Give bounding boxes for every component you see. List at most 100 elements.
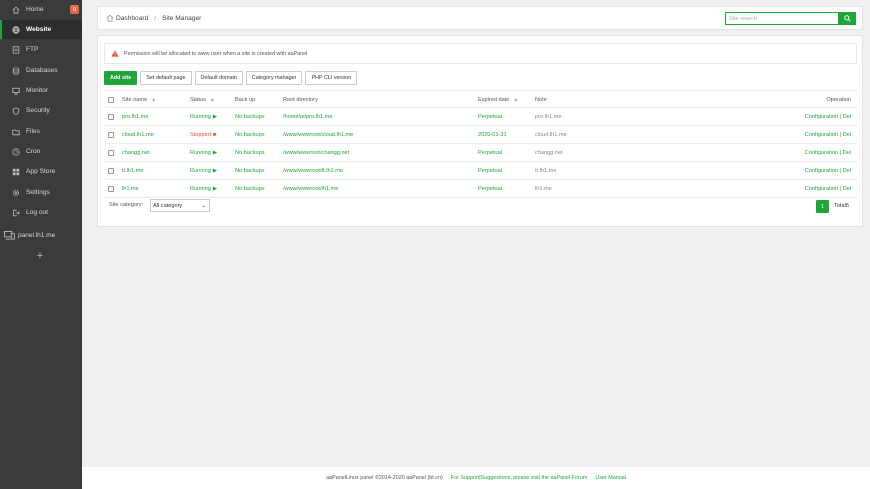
expired-date-link[interactable]: Perpetual: [478, 144, 534, 161]
sidebar-item-label: Home: [26, 6, 44, 13]
sidebar-item-logout[interactable]: Log out: [0, 203, 82, 222]
sidebar-item-label: Log out: [26, 209, 48, 216]
php-cli-version-button[interactable]: PHP CLI version: [305, 71, 358, 85]
sidebar-item-databases[interactable]: Databases: [0, 61, 82, 80]
sidebar-item-settings[interactable]: Settings: [0, 183, 82, 202]
row-checkbox[interactable]: [108, 149, 114, 156]
row-checkbox[interactable]: [108, 113, 114, 120]
sort-icon: ▲: [209, 96, 215, 103]
chevron-down-icon: ⌄: [201, 202, 206, 209]
table-footer: Site category: All category ⌄ 1 Total5: [105, 199, 857, 215]
sidebar-item-files[interactable]: Files: [0, 122, 82, 141]
site-name-link[interactable]: cloud.lh1.me: [122, 126, 188, 143]
status-toggle[interactable]: Running ▶: [190, 180, 234, 197]
select-all-checkbox[interactable]: [108, 96, 114, 103]
header-status[interactable]: Status ▲: [190, 91, 234, 108]
computer-icon: [4, 230, 15, 240]
note-text[interactable]: pro.lh1.me: [535, 108, 635, 125]
search-button[interactable]: [839, 12, 856, 25]
site-category-select[interactable]: All category ⌄: [150, 199, 210, 212]
sidebar-item-label: Databases: [26, 67, 58, 74]
site-name-link[interactable]: tt.lh1.me: [122, 162, 188, 179]
copyright-text: aaPanelLinux panel ©2014-2020 aaPanel (b…: [326, 475, 443, 481]
sidebar-item-home[interactable]: Home 0: [0, 0, 82, 19]
search-icon: [844, 15, 851, 22]
row-checkbox[interactable]: [108, 131, 114, 138]
root-directory-link[interactable]: /www/wwwroot/tt.lh1.me: [283, 162, 478, 179]
row-checkbox[interactable]: [108, 185, 114, 192]
set-default-page-button[interactable]: Set default page: [140, 71, 192, 85]
forum-link[interactable]: For Support|Suggestions, please visit th…: [451, 475, 588, 481]
expired-date-link[interactable]: Perpetual: [478, 180, 534, 197]
add-site-button[interactable]: Add site: [104, 71, 138, 85]
top-bar: Dashboard / Site Manager: [97, 6, 863, 30]
warning-text: Permission will be allocated to www user…: [124, 50, 308, 57]
add-panel-button[interactable]: +: [34, 250, 46, 262]
play-icon: ▶: [212, 167, 218, 174]
root-directory-link[interactable]: /www/wwwroot/lh1.me: [283, 180, 478, 197]
backup-link[interactable]: No backups: [235, 108, 283, 125]
table-header: Site name ▲ Status ▲ Back up Root director…: [105, 90, 857, 108]
backup-link[interactable]: No backups: [235, 162, 283, 179]
status-toggle[interactable]: Stopped ■: [190, 126, 234, 143]
note-text[interactable]: changg.net: [535, 144, 635, 161]
site-search-input[interactable]: [725, 12, 839, 25]
header-expired-date[interactable]: Expired date ▲: [478, 91, 534, 108]
permission-warning: Permission will be allocated to www user…: [104, 43, 857, 64]
backup-link[interactable]: No backups: [235, 126, 283, 143]
expired-date-link[interactable]: Perpetual: [478, 162, 534, 179]
sidebar-item-ftp[interactable]: FTP: [0, 40, 82, 59]
table-row: pro.lh1.me Running ▶ No backups /home/pi/…: [105, 108, 857, 126]
note-text[interactable]: cloud.lh1.me: [535, 126, 635, 143]
root-directory-link[interactable]: /home/pi/pro.lh1.me: [283, 108, 478, 125]
root-directory-link[interactable]: /www/wwwroot/cloud.lh1.me: [283, 126, 478, 143]
shield-icon: [12, 106, 20, 115]
sidebar-item-monitor[interactable]: Monitor: [0, 81, 82, 100]
logout-icon: [12, 209, 20, 217]
sidebar-item-website[interactable]: Website: [0, 20, 82, 39]
panel-host[interactable]: panel.lh1.me: [4, 229, 55, 241]
note-text[interactable]: tt.lh1.me: [535, 162, 635, 179]
user-manual-link[interactable]: User Manual: [595, 475, 626, 481]
default-domain-button[interactable]: Default domain: [194, 71, 243, 85]
expired-date-link[interactable]: Perpetual: [478, 108, 534, 125]
operation-links[interactable]: Configuration | Del: [805, 162, 851, 179]
table-row: cloud.lh1.me Stopped ■ No backups /www/ww…: [105, 126, 857, 144]
status-toggle[interactable]: Running ▶: [190, 144, 234, 161]
monitor-icon: [12, 87, 20, 95]
category-manager-button[interactable]: Category manager: [245, 71, 303, 85]
notification-badge: 0: [70, 5, 79, 14]
site-name-link[interactable]: pro.lh1.me: [122, 108, 188, 125]
operation-links[interactable]: Configuration | Del: [805, 144, 851, 161]
status-toggle[interactable]: Running ▶: [190, 162, 234, 179]
root-directory-link[interactable]: /www/wwwroot/changg.net: [283, 144, 478, 161]
status-toggle[interactable]: Running ▶: [190, 108, 234, 125]
home-icon: [12, 6, 20, 14]
sort-icon: ▲: [513, 96, 519, 103]
site-name-link[interactable]: changg.net: [122, 144, 188, 161]
sidebar-item-cron[interactable]: Cron: [0, 142, 82, 161]
sites-table: Site name ▲ Status ▲ Back up Root director…: [105, 90, 857, 198]
sidebar-item-security[interactable]: Security: [0, 101, 82, 120]
site-name-link[interactable]: lh1.me: [122, 180, 188, 197]
operation-links[interactable]: Configuration | Del: [805, 180, 851, 197]
header-site-name[interactable]: Site name ▲: [122, 91, 188, 108]
operation-links[interactable]: Configuration | Del: [805, 108, 851, 125]
site-manager-card: Permission will be allocated to www user…: [97, 35, 863, 227]
sidebar-item-label: Security: [26, 107, 50, 114]
page-footer: aaPanelLinux panel ©2014-2020 aaPanel (b…: [82, 467, 870, 489]
page-number-button[interactable]: 1: [816, 200, 829, 213]
backup-link[interactable]: No backups: [235, 180, 283, 197]
sidebar-item-app-store[interactable]: App Store: [0, 162, 82, 181]
breadcrumb-separator: /: [154, 14, 157, 22]
operation-links[interactable]: Configuration | Del: [805, 126, 851, 143]
play-icon: ▶: [212, 149, 218, 156]
table-row: tt.lh1.me Running ▶ No backups /www/wwwro…: [105, 162, 857, 180]
sidebar-item-label: Settings: [26, 189, 50, 196]
backup-link[interactable]: No backups: [235, 144, 283, 161]
breadcrumb-dashboard[interactable]: Dashboard: [116, 15, 148, 22]
expired-date-link[interactable]: 2020-01-31: [478, 126, 534, 143]
gear-icon: [12, 189, 20, 197]
row-checkbox[interactable]: [108, 167, 114, 174]
note-text[interactable]: lh1.me: [535, 180, 635, 197]
